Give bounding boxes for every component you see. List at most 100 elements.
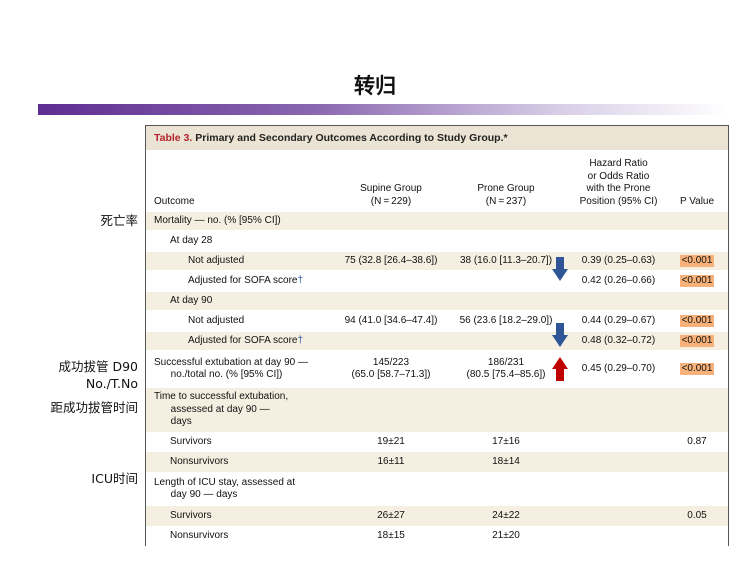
prone-cell: 38 (16.0 [11.3–20.7]) xyxy=(451,252,561,270)
outcome-cell-text: Nonsurvivors xyxy=(170,529,229,541)
p-value-cell xyxy=(671,388,723,432)
outcome-cell: Time to successful extubation, assessed … xyxy=(154,388,354,432)
outcome-cell-text: At day 28 xyxy=(170,234,213,246)
prone-cell-text: 21±20 xyxy=(492,529,520,541)
hazard-ratio-cell xyxy=(571,526,666,546)
table-row: Length of ICU stay, assessed at day 90 —… xyxy=(146,472,728,506)
outcome-cell-text: Survivors xyxy=(170,509,212,521)
prone-cell-text: 24±22 xyxy=(492,509,520,521)
p-value-cell xyxy=(671,212,723,230)
supine-cell xyxy=(336,388,446,432)
header-p-value: P Value xyxy=(679,195,715,207)
outcome-cell-text: Successful extubation at day 90 — no./to… xyxy=(154,356,308,381)
table-row: Nonsurvivors 16±11 18±14 xyxy=(146,452,728,472)
header-hazard-ratio: Hazard Ratio or Odds Ratio with the Pron… xyxy=(579,158,658,207)
hazard-ratio-cell xyxy=(571,232,666,250)
p-value-cell-text: <0.001 xyxy=(679,334,715,348)
outcome-cell-text: Length of ICU stay, assessed at day 90 —… xyxy=(154,476,296,501)
hazard-ratio-cell xyxy=(571,452,666,472)
p-value-cell xyxy=(671,472,723,506)
supine-cell-text: 19±21 xyxy=(377,435,405,447)
outcome-cell-text: Nonsurvivors xyxy=(170,455,229,467)
prone-cell: 24±22 xyxy=(451,506,561,526)
supine-cell: 75 (32.8 [26.4–38.6]) xyxy=(336,252,446,270)
supine-cell: 94 (41.0 [34.6–47.4]) xyxy=(336,312,446,330)
outcomes-table: Table 3. Primary and Secondary Outcomes … xyxy=(145,125,729,546)
supine-cell-text: 18±15 xyxy=(377,529,405,541)
supine-cell xyxy=(336,232,446,250)
hazard-ratio-cell: 0.44 (0.29–0.67) xyxy=(571,312,666,330)
hazard-ratio-cell xyxy=(571,212,666,230)
table-row: Survivors 19±21 17±16 0.87 xyxy=(146,432,728,452)
outcome-cell-text: Mortality — no. (% [95% CI]) xyxy=(154,214,281,226)
arrow-down-icon xyxy=(552,257,568,281)
supine-cell xyxy=(336,272,446,290)
table-row: Not adjusted 94 (41.0 [34.6–47.4]) 56 (23.… xyxy=(146,312,728,330)
p-value-cell: 0.05 xyxy=(671,506,723,526)
table-caption-text: Primary and Secondary Outcomes According… xyxy=(195,132,508,144)
p-value-cell-text: <0.001 xyxy=(679,362,715,376)
hazard-ratio-cell: 0.39 (0.25–0.63) xyxy=(571,252,666,270)
label-extubation-d90: 成功拔管 D90 xyxy=(58,359,138,374)
prone-cell: 17±16 xyxy=(451,432,561,452)
outcome-cell: Successful extubation at day 90 — no./to… xyxy=(154,352,354,386)
p-value-cell xyxy=(671,232,723,250)
table-caption-label: Table 3. xyxy=(154,132,193,144)
supine-cell: 26±27 xyxy=(336,506,446,526)
supine-cell: 145/223 (65.0 [58.7–71.3]) xyxy=(336,352,446,386)
table-row: Successful extubation at day 90 — no./to… xyxy=(146,352,728,386)
p-value-cell: <0.001 xyxy=(671,312,723,330)
header-prone: Prone Group (N = 237) xyxy=(477,183,535,207)
outcome-cell-text: At day 90 xyxy=(170,294,213,306)
footnote-dagger: † xyxy=(297,274,304,286)
p-value-cell-text: <0.001 xyxy=(679,314,715,328)
label-mortality: 死亡率 xyxy=(100,213,138,228)
table-row: Nonsurvivors 18±15 21±20 xyxy=(146,526,728,546)
p-value-cell: <0.001 xyxy=(671,272,723,290)
label-time-to-extubation: 距成功拔管时间 xyxy=(50,400,138,415)
p-value-cell xyxy=(671,526,723,546)
hazard-ratio-cell-text: 0.44 (0.29–0.67) xyxy=(581,314,656,326)
outcome-cell: Mortality — no. (% [95% CI]) xyxy=(154,212,354,230)
p-value-cell-text: 0.05 xyxy=(687,509,707,521)
hazard-ratio-cell-text: 0.39 (0.25–0.63) xyxy=(581,254,656,266)
table-row: Mortality — no. (% [95% CI]) xyxy=(146,212,728,230)
prone-cell-text: 186/231 (80.5 [75.4–85.6]) xyxy=(466,356,546,381)
outcome-cell-text: Survivors xyxy=(170,435,212,447)
label-extubation-ratio: No./T.No xyxy=(85,376,138,391)
hazard-ratio-cell-text: 0.45 (0.29–0.70) xyxy=(581,362,656,374)
label-icu-time: ICU时间 xyxy=(91,471,138,486)
hazard-ratio-cell: 0.42 (0.26–0.66) xyxy=(571,272,666,290)
prone-cell-text: 18±14 xyxy=(492,455,520,467)
hazard-ratio-cell: 0.48 (0.32–0.72) xyxy=(571,332,666,350)
p-value-cell xyxy=(671,452,723,472)
supine-cell-text: 16±11 xyxy=(377,455,405,467)
supine-cell-text: 94 (41.0 [34.6–47.4]) xyxy=(344,314,438,326)
supine-cell: 16±11 xyxy=(336,452,446,472)
p-value-cell-text: <0.001 xyxy=(679,254,715,268)
supine-cell-text: 75 (32.8 [26.4–38.6]) xyxy=(344,254,438,266)
prone-cell xyxy=(451,388,561,432)
p-value-cell: <0.001 xyxy=(671,332,723,350)
table-row: At day 28 xyxy=(146,232,728,250)
outcome-cell-text: Time to successful extubation, assessed … xyxy=(154,391,289,428)
p-value-cell-text: 0.87 xyxy=(687,435,707,447)
arrow-up-icon xyxy=(552,357,568,381)
outcome-cell-text: Adjusted for SOFA score xyxy=(188,334,298,346)
prone-cell xyxy=(451,212,561,230)
supine-cell xyxy=(336,292,446,310)
prone-cell-text: 17±16 xyxy=(492,435,520,447)
hazard-ratio-cell xyxy=(571,388,666,432)
header-outcome: Outcome xyxy=(154,195,195,207)
table-row: At day 90 xyxy=(146,292,728,310)
outcome-cell-text: Not adjusted xyxy=(188,314,245,326)
p-value-cell: 0.87 xyxy=(671,432,723,452)
footnote-dagger: † xyxy=(297,334,304,346)
arrow-down-icon xyxy=(552,323,568,347)
hazard-ratio-cell-text: 0.48 (0.32–0.72) xyxy=(581,334,656,346)
prone-cell-text: 56 (23.6 [18.2–29.0]) xyxy=(459,314,553,326)
slide-title: 转归 xyxy=(354,74,396,98)
supine-cell xyxy=(336,472,446,506)
hazard-ratio-cell xyxy=(571,472,666,506)
hazard-ratio-cell-text: 0.42 (0.26–0.66) xyxy=(581,274,656,286)
